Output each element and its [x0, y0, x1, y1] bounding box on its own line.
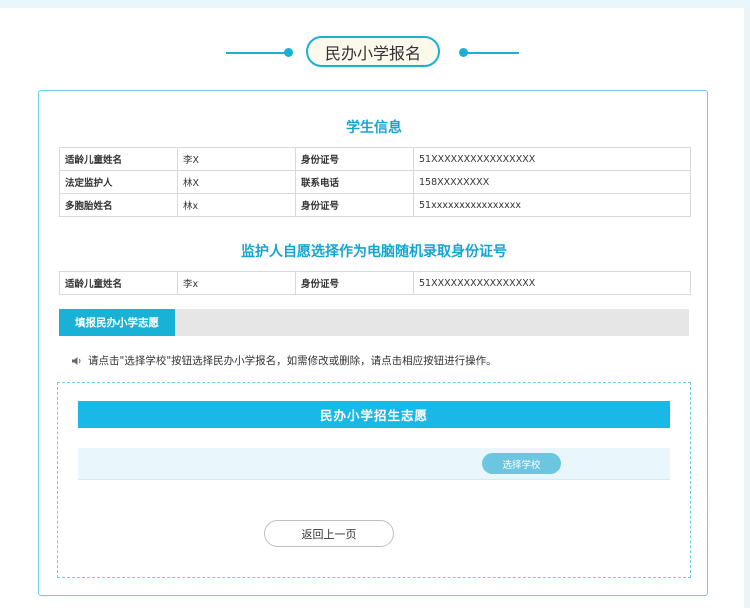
twin-name-value: 林x	[177, 193, 296, 217]
page-title: 民办小学报名	[306, 36, 440, 67]
student-info-title: 学生信息	[346, 120, 402, 136]
child-name-label: 适龄儿童姓名	[59, 271, 178, 295]
id-number-label: 身份证号	[295, 147, 414, 171]
id-number-value: 51XXXXXXXXXXXXXXXX	[413, 147, 691, 171]
twin-id-label: 身份证号	[295, 193, 414, 217]
guardian-choice-title: 监护人自愿选择作为电脑随机录取身份证号	[241, 244, 507, 260]
twin-name-label: 多胞胎姓名	[59, 193, 178, 217]
right-rail	[744, 8, 750, 608]
student-name-value: 李X	[177, 147, 296, 171]
title-deco-line-left	[226, 52, 286, 54]
wish-banner: 民办小学招生志愿	[78, 401, 670, 428]
student-info-table: 适龄儿童姓名 李X 身份证号 51XXXXXXXXXXXXXXXX 法定监护人 …	[59, 147, 691, 217]
phone-value: 158XXXXXXXX	[413, 170, 691, 194]
tab-fill-private-school-wish[interactable]: 填报民办小学志愿	[59, 309, 175, 336]
table-row: 适龄儿童姓名 李x 身份证号 51XXXXXXXXXXXXXXXX	[59, 271, 691, 295]
speaker-icon	[71, 356, 83, 366]
wish-row: 选择学校	[78, 448, 670, 480]
notice-text: 请点击"选择学校"按钮选择民办小学报名，如需修改或删除，请点击相应按钮进行操作。	[88, 355, 497, 367]
wish-box: 民办小学招生志愿 选择学校 返回上一页	[57, 382, 691, 578]
student-name-label: 适龄儿童姓名	[59, 147, 178, 171]
page: 民办小学报名 学生信息 适龄儿童姓名 李X 身份证号 51XXXXXXXXXXX…	[0, 8, 744, 608]
twin-id-value: 51xxxxxxxxxxxxxxxx	[413, 193, 691, 217]
title-deco-dot-left	[284, 48, 293, 57]
notice: 请点击"选择学校"按钮选择民办小学报名，如需修改或删除，请点击相应按钮进行操作。	[71, 353, 497, 368]
table-row: 多胞胎姓名 林x 身份证号 51xxxxxxxxxxxxxxxx	[59, 193, 691, 217]
table-row: 法定监护人 林X 联系电话 158XXXXXXXX	[59, 170, 691, 194]
top-strip	[0, 0, 750, 8]
back-button[interactable]: 返回上一页	[264, 520, 394, 547]
child-name-value: 李x	[177, 271, 296, 295]
table-row: 适龄儿童姓名 李X 身份证号 51XXXXXXXXXXXXXXXX	[59, 147, 691, 171]
child-id-label: 身份证号	[295, 271, 414, 295]
guardian-value: 林X	[177, 170, 296, 194]
main-panel: 学生信息 适龄儿童姓名 李X 身份证号 51XXXXXXXXXXXXXXXX 法…	[38, 90, 708, 596]
title-deco-line-right	[464, 52, 519, 54]
phone-label: 联系电话	[295, 170, 414, 194]
select-school-button[interactable]: 选择学校	[482, 453, 561, 474]
tab-bar: 填报民办小学志愿	[59, 309, 689, 336]
guardian-choice-table: 适龄儿童姓名 李x 身份证号 51XXXXXXXXXXXXXXXX	[59, 271, 691, 295]
child-id-value: 51XXXXXXXXXXXXXXXX	[413, 271, 691, 295]
guardian-label: 法定监护人	[59, 170, 178, 194]
